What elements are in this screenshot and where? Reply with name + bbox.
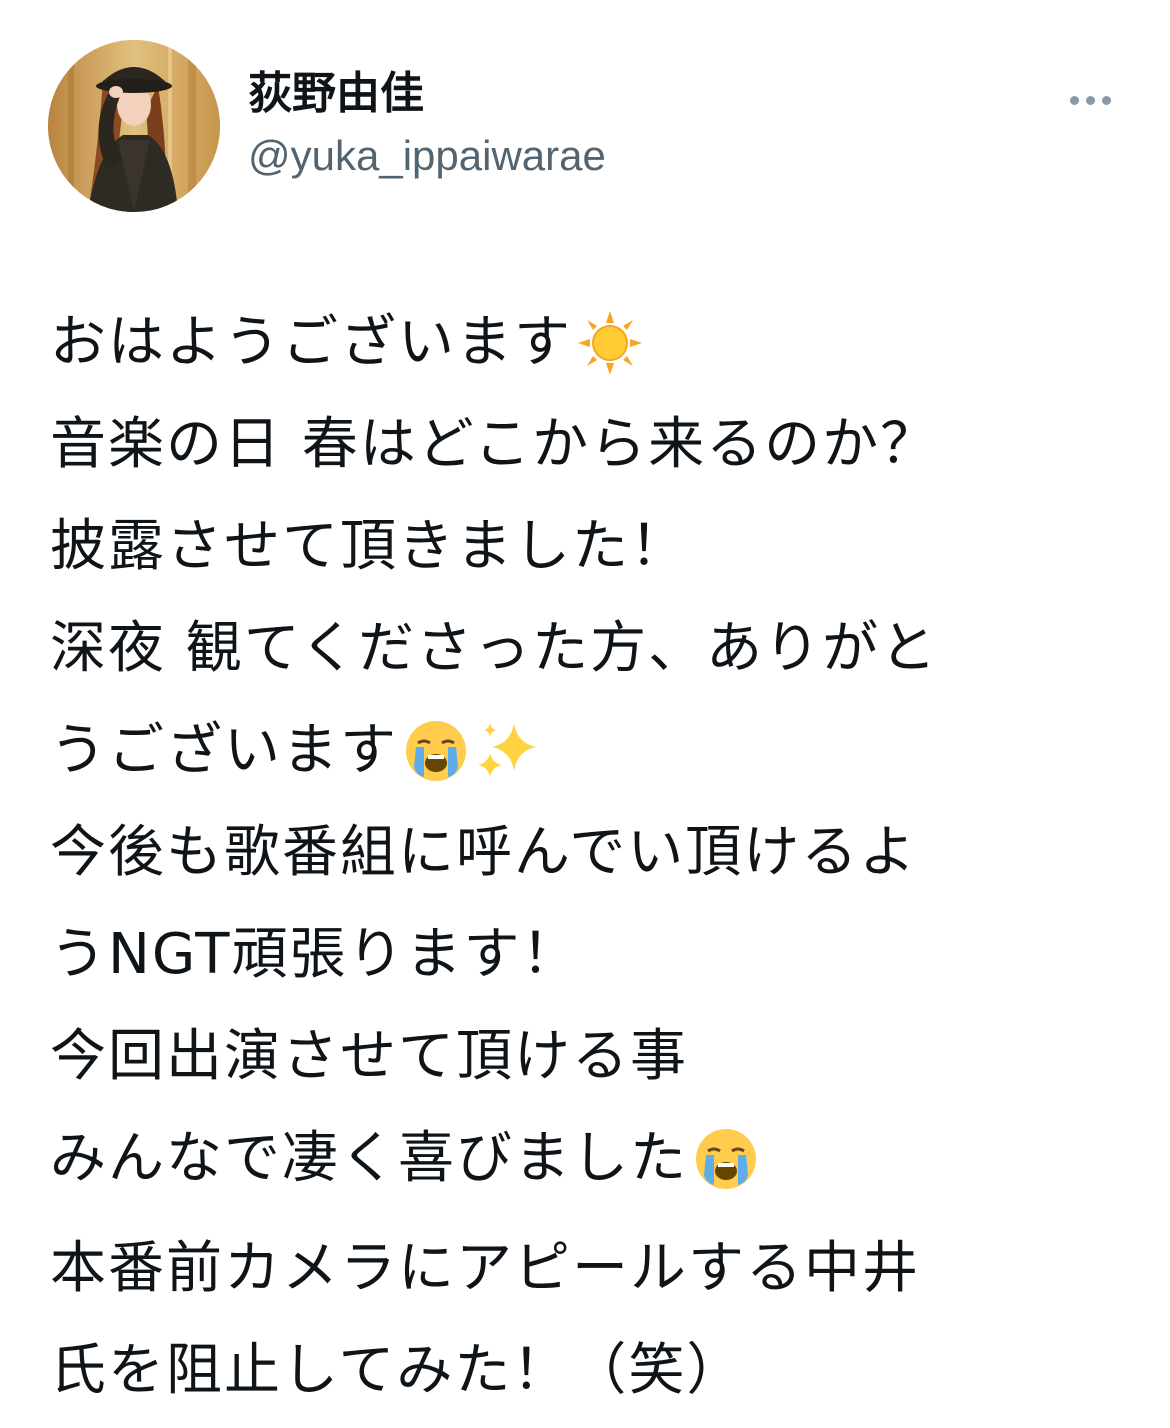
tweet-line-text: うNGT頑張ります！ (50, 922, 580, 987)
crying-face-emoji (692, 1125, 760, 1193)
tweet-line: 深夜 観てくださった方、ありがと (50, 598, 1130, 700)
tweet-line-text: 本番前カメラにアピールする中井 (50, 1236, 920, 1301)
tweet-line-text: おはようございます (50, 310, 572, 375)
tweet-line: 氏を阻止してみた！（笑） (50, 1320, 1130, 1422)
tweet-line: うNGT頑張ります！ (50, 904, 1130, 1006)
tweet-line: 本番前カメラにアピールする中井 (50, 1218, 1130, 1320)
avatar[interactable] (48, 40, 220, 212)
tweet-line: うございます (50, 700, 1130, 802)
tweet-line-text: 深夜 観てくださった方、ありがと (50, 616, 939, 681)
tweet-line-text: 氏を阻止してみた！（笑） (50, 1338, 745, 1403)
tweet-line-text: 今回出演させて頂ける事 (50, 1024, 688, 1089)
tweet-header: 荻野由佳 @yuka_ippaiwarae (48, 40, 1128, 216)
user-handle[interactable]: @yuka_ippaiwarae (248, 128, 606, 184)
tweet-line: おはようございます (50, 292, 1130, 394)
more-dot (1085, 95, 1095, 105)
more-dot (1069, 95, 1079, 105)
tweet-line-text: みんなで凄く喜びました (50, 1126, 688, 1191)
display-name[interactable]: 荻野由佳 (248, 66, 606, 122)
user-names: 荻野由佳 @yuka_ippaiwarae (248, 66, 606, 184)
tweet-line-text: 披露させて頂きました！ (50, 514, 688, 579)
tweet-line: 今回出演させて頂ける事 (50, 1006, 1130, 1108)
tweet: 荻野由佳 @yuka_ippaiwarae おはようございます 音楽の日 春はど… (0, 0, 1170, 1428)
tweet-line: 披露させて頂きました！ (50, 496, 1130, 598)
crying-face-emoji (402, 717, 470, 785)
tweet-line-text: 今後も歌番組に呼んでい頂けるよ (50, 820, 918, 885)
more-horizontal-icon[interactable] (1060, 80, 1120, 120)
sparkles-emoji (474, 717, 542, 785)
sun-emoji (576, 309, 644, 377)
tweet-line: みんなで凄く喜びました (50, 1108, 1130, 1210)
tweet-text: おはようございます 音楽の日 春はどこから来るのか？ 披露させて頂きました！ 深… (50, 292, 1130, 1422)
more-dot (1101, 95, 1111, 105)
tweet-line: 今後も歌番組に呼んでい頂けるよ (50, 802, 1130, 904)
tweet-line: 音楽の日 春はどこから来るのか？ (50, 394, 1130, 496)
tweet-line-text: 音楽の日 春はどこから来るのか？ (50, 412, 939, 477)
tweet-line-text: うございます (50, 718, 398, 783)
